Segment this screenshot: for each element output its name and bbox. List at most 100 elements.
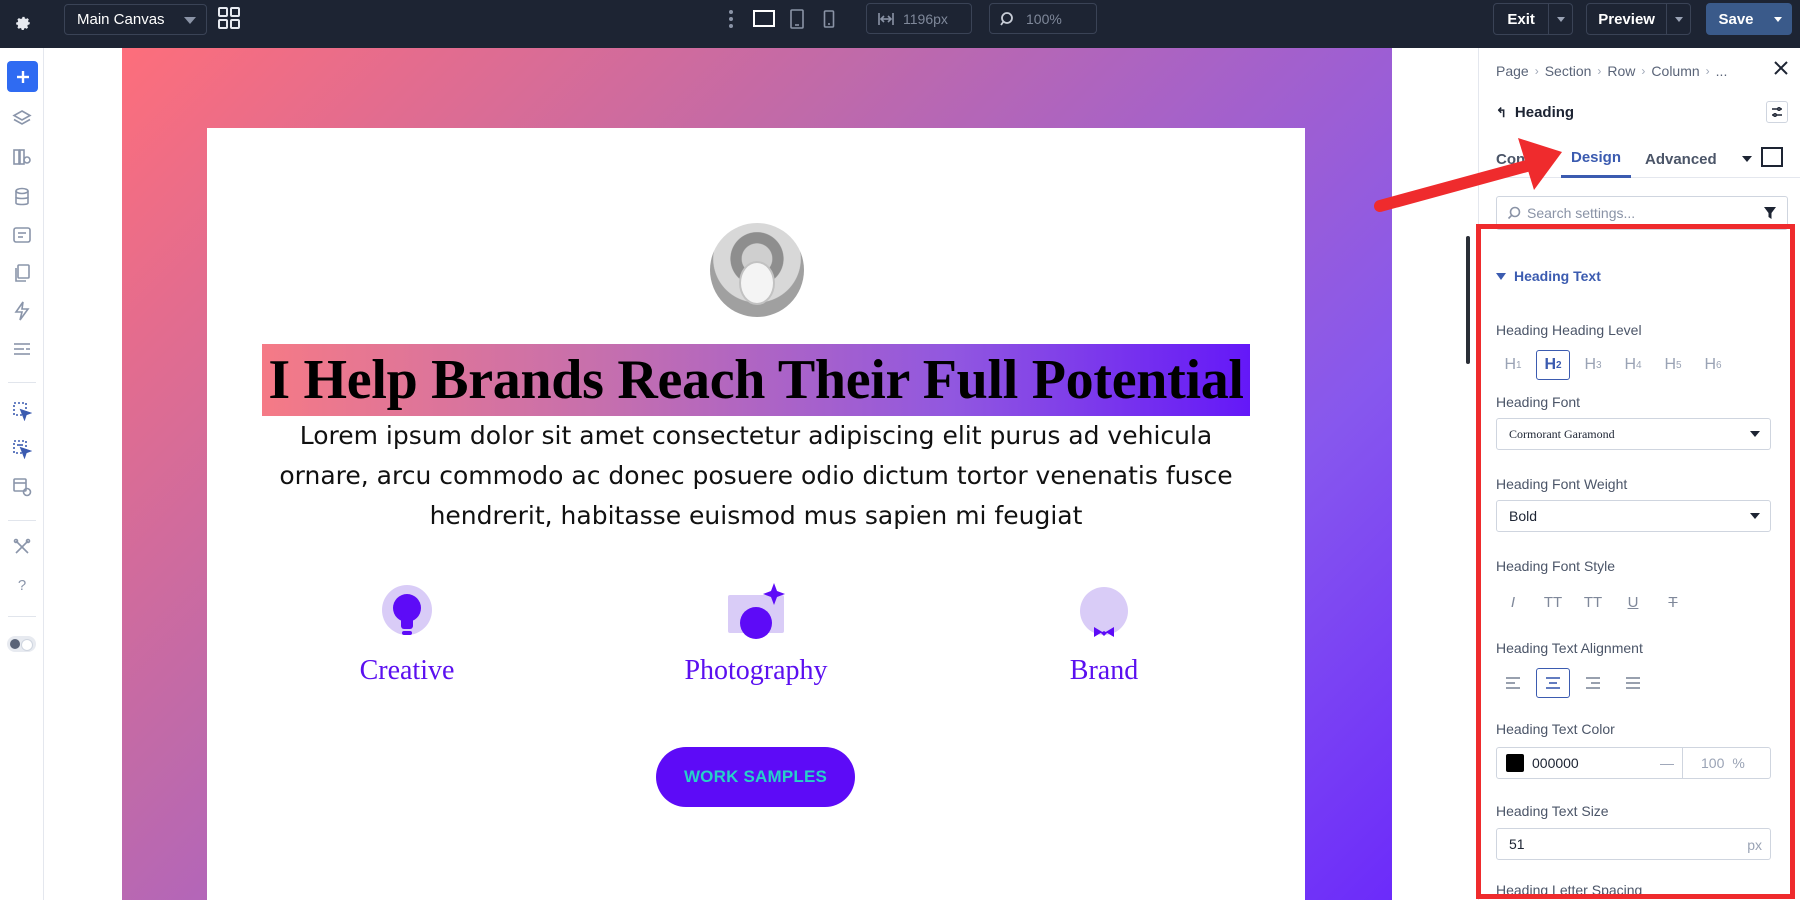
level-h5-button[interactable]: H5	[1656, 350, 1690, 380]
alignment-label: Heading Text Alignment	[1496, 640, 1643, 656]
feature-photography[interactable]: Photography	[636, 583, 876, 687]
panel-resize-handle[interactable]	[1466, 236, 1470, 364]
text-size-value: 51	[1509, 836, 1525, 852]
feature-creative[interactable]: Creative	[287, 583, 527, 687]
breadcrumb-separator-icon: ›	[1534, 64, 1539, 78]
level-h4-button[interactable]: H4	[1616, 350, 1650, 380]
template-settings-icon[interactable]	[11, 476, 33, 498]
italic-button[interactable]: I	[1496, 587, 1530, 617]
width-arrows-icon	[878, 12, 894, 25]
font-weight-value: Bold	[1509, 508, 1538, 524]
library-icon[interactable]	[11, 146, 33, 168]
lightning-icon[interactable]	[11, 300, 33, 322]
breadcrumb-column[interactable]: Column	[1651, 63, 1699, 79]
close-icon[interactable]	[1773, 60, 1793, 80]
breadcrumb: Page › Section › Row › Column › ...	[1496, 63, 1727, 79]
save-dropdown-chevron-icon[interactable]	[1766, 3, 1790, 35]
align-right-icon[interactable]	[1576, 668, 1610, 698]
color-opacity-field[interactable]: 100 %	[1682, 748, 1752, 778]
text-color-field[interactable]: 000000 — 100 %	[1496, 747, 1771, 779]
feature-brand[interactable]: Brand	[984, 583, 1224, 687]
canvas-select-value: Main Canvas	[77, 11, 165, 28]
underline-button[interactable]: U	[1616, 587, 1650, 617]
preview-label: Preview	[1598, 10, 1655, 28]
layers-icon[interactable]	[11, 108, 33, 130]
capitalize-button[interactable]: TT	[1576, 587, 1610, 617]
save-button[interactable]: Save	[1706, 3, 1792, 35]
desktop-view-icon[interactable]	[752, 9, 776, 34]
breadcrumb-row[interactable]: Row	[1607, 63, 1635, 79]
mode-toggle[interactable]	[7, 636, 36, 652]
breadcrumb-section[interactable]: Section	[1545, 63, 1592, 79]
zoom-input[interactable]: 100%	[989, 3, 1097, 34]
filter-icon[interactable]	[1763, 206, 1777, 220]
dash-separator: —	[1660, 755, 1674, 771]
module-options-icon[interactable]	[1766, 101, 1788, 123]
style-label: Heading Font Style	[1496, 558, 1616, 574]
text-size-field[interactable]: 51 px	[1496, 828, 1771, 860]
breadcrumb-page[interactable]: Page	[1496, 63, 1529, 79]
exit-dropdown-chevron-icon[interactable]	[1548, 4, 1572, 34]
module-title: ↰ Heading	[1496, 104, 1574, 121]
align-center-icon[interactable]	[1536, 668, 1570, 698]
level-h2-button[interactable]: H2	[1536, 350, 1570, 380]
exit-button[interactable]: Exit	[1493, 3, 1573, 35]
back-arrow-icon[interactable]: ↰	[1496, 105, 1507, 121]
align-left-icon[interactable]	[1496, 668, 1530, 698]
grid-view-icon[interactable]	[217, 6, 243, 32]
canvas-width-input[interactable]: 1196px	[866, 3, 972, 34]
feature-label: Brand	[1069, 655, 1139, 686]
breadcrumb-more[interactable]: ...	[1716, 63, 1728, 79]
uppercase-button[interactable]: TT	[1536, 587, 1570, 617]
more-vertical-icon[interactable]	[727, 9, 735, 34]
tablet-view-icon[interactable]	[789, 9, 805, 34]
add-element-plus-icon[interactable]	[7, 61, 38, 92]
size-label: Heading Text Size	[1496, 803, 1609, 819]
database-icon[interactable]	[11, 186, 33, 208]
strikethrough-button[interactable]: T	[1656, 587, 1690, 617]
weight-label: Heading Font Weight	[1496, 476, 1628, 492]
pages-icon[interactable]	[11, 262, 33, 284]
layout-icon[interactable]	[11, 224, 33, 246]
search-input[interactable]	[1527, 205, 1747, 221]
select-multiple-icon[interactable]	[11, 438, 33, 460]
level-h3-button[interactable]: H3	[1576, 350, 1610, 380]
heading-level-group: H1 H2 H3 H4 H5 H6	[1496, 350, 1730, 380]
tab-design[interactable]: Design	[1561, 140, 1631, 178]
align-justify-icon[interactable]	[1616, 668, 1650, 698]
preview-button[interactable]: Preview	[1586, 3, 1691, 35]
level-h6-button[interactable]: H6	[1696, 350, 1730, 380]
toolbar-divider	[8, 520, 36, 521]
font-style-group: I TT TT U T	[1496, 587, 1690, 617]
profile-avatar[interactable]	[710, 223, 804, 317]
tab-content[interactable]: Content	[1496, 140, 1556, 178]
sections-icon[interactable]	[11, 338, 33, 360]
intro-paragraph[interactable]: Lorem ipsum dolor sit amet consectetur a…	[262, 416, 1250, 536]
search-settings-field[interactable]	[1496, 196, 1788, 230]
phone-view-icon[interactable]	[823, 9, 835, 34]
chevron-down-icon[interactable]	[1742, 156, 1752, 162]
page-heading[interactable]: I Help Brands Reach Their Full Potential	[262, 344, 1250, 416]
font-select[interactable]: Cormorant Garamond	[1496, 418, 1771, 450]
work-samples-button[interactable]: WORK SAMPLES	[656, 747, 855, 807]
collapse-triangle-icon	[1496, 272, 1506, 280]
font-weight-select[interactable]: Bold	[1496, 500, 1771, 532]
select-element-icon[interactable]	[11, 400, 33, 422]
color-hex-value[interactable]: 000000	[1532, 755, 1652, 771]
help-question-icon[interactable]: ?	[11, 574, 33, 596]
settings-panel: Page › Section › Row › Column › ... ↰ He…	[1478, 48, 1800, 900]
settings-gear-icon[interactable]	[8, 8, 38, 38]
preview-dropdown-chevron-icon[interactable]	[1666, 4, 1690, 34]
section-heading-text[interactable]: Heading Text	[1496, 268, 1601, 284]
left-toolbar: ?	[0, 48, 44, 900]
level-h1-button[interactable]: H1	[1496, 350, 1530, 380]
tab-advanced[interactable]: Advanced	[1645, 140, 1717, 178]
lightbulb-icon	[377, 583, 437, 643]
tools-icon[interactable]	[11, 536, 33, 558]
chevron-down-icon	[184, 17, 196, 24]
zoom-icon	[1000, 11, 1013, 26]
canvas-select[interactable]: Main Canvas	[64, 4, 207, 35]
color-swatch[interactable]	[1506, 754, 1524, 772]
frame-preview-icon[interactable]	[1761, 147, 1783, 167]
feature-label: Photography	[684, 655, 828, 686]
